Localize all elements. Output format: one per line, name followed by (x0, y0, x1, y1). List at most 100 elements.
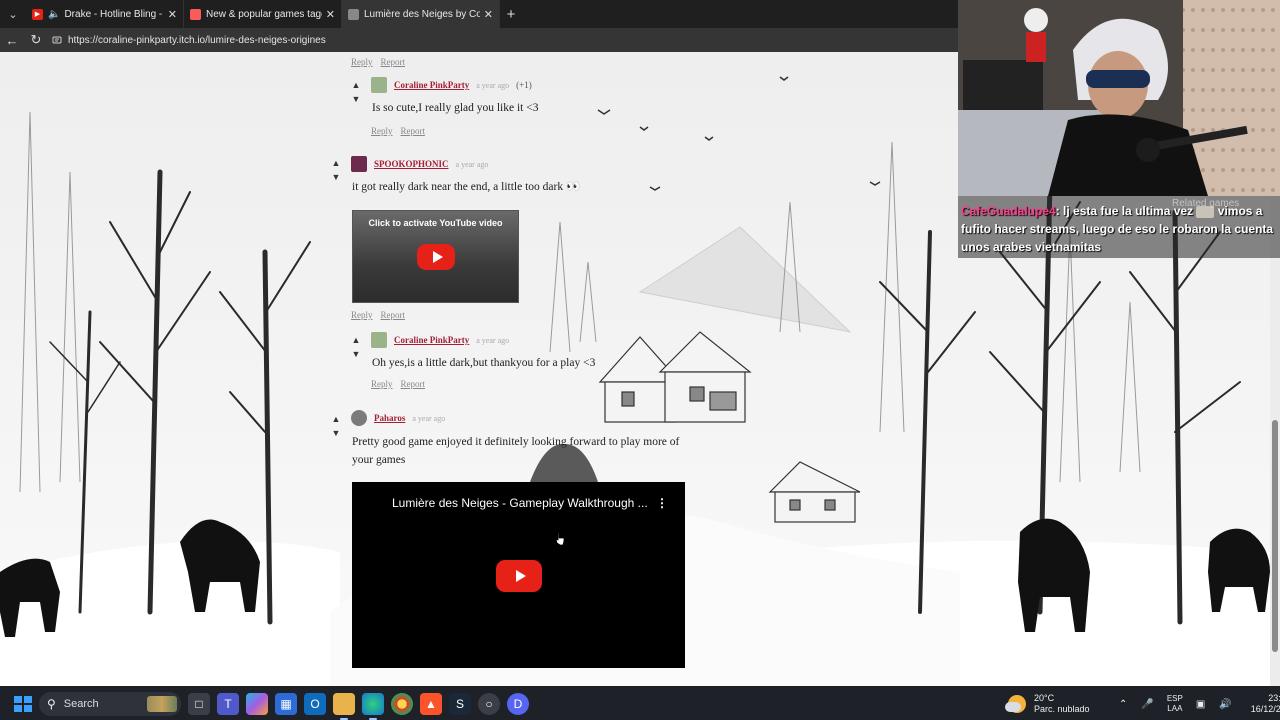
new-tab-plus-icon[interactable]: + (500, 0, 522, 28)
site-info-icon[interactable] (52, 35, 62, 45)
tab-close-icon[interactable]: ✕ (168, 8, 177, 21)
related-games-label[interactable]: Related games (1172, 198, 1239, 209)
reply-link[interactable]: Reply (351, 57, 373, 67)
copilot-icon[interactable] (246, 693, 268, 715)
avatar[interactable] (351, 156, 367, 172)
url-field[interactable]: https://coraline-pinkparty.itch.io/lumir… (48, 30, 952, 50)
vote-controls: ▲ ▼ (350, 333, 362, 361)
youtube-embed-player[interactable]: Lumière des Neiges - Gameplay Walkthroug… (352, 482, 685, 668)
avatar[interactable] (351, 410, 367, 426)
hand-cursor-icon (555, 532, 565, 546)
more-options-icon[interactable]: ⋮ (656, 496, 668, 510)
edge-icon[interactable] (362, 693, 384, 720)
browser-tab-bar: ⌄ ▶ 🔈 Drake - Hotline Bling - YouTube ✕ … (0, 0, 958, 28)
search-label: Search (63, 698, 99, 710)
comment-actions: Reply Report (371, 126, 433, 136)
avatar[interactable] (371, 332, 387, 348)
youtube-play-icon[interactable] (417, 244, 455, 270)
reload-icon[interactable]: ↻ (24, 28, 48, 52)
screen: ⌄ ▶ 🔈 Drake - Hotline Bling - YouTube ✕ … (0, 0, 1280, 720)
downvote-icon[interactable]: ▼ (330, 426, 342, 440)
volume-icon[interactable]: 🔊 (1219, 699, 1231, 710)
report-link[interactable]: Report (401, 126, 426, 136)
chat-username: CafeGuadalupe4 (961, 204, 1056, 218)
tab-close-icon[interactable]: ✕ (484, 8, 493, 21)
comment-header: Coraline PinkParty a year ago (371, 332, 516, 348)
downvote-icon[interactable]: ▼ (330, 170, 342, 184)
windows-start-icon[interactable] (11, 693, 33, 715)
system-tray: ⌃ 🎤 ESP LAA ▣ 🔊 23:33 16/12/2025 (1112, 688, 1280, 720)
scrollbar-thumb[interactable] (1272, 420, 1278, 652)
clock-date: 16/12/2025 (1250, 704, 1280, 714)
taskbar-search[interactable]: ⚲ Search (39, 692, 181, 716)
reply-link[interactable]: Reply (371, 379, 393, 389)
upvote-icon[interactable]: ▲ (330, 156, 342, 170)
browser-address-bar: ← ↻ https://coraline-pinkparty.itch.io/l… (0, 28, 958, 52)
tab-close-icon[interactable]: ✕ (326, 8, 335, 21)
reply-link[interactable]: Reply (371, 126, 393, 136)
avatar[interactable] (371, 77, 387, 93)
upvote-icon[interactable]: ▲ (350, 78, 362, 92)
report-link[interactable]: Report (401, 379, 426, 389)
upvote-icon[interactable]: ▲ (350, 333, 362, 347)
comment-time: a year ago (476, 335, 510, 345)
input-language[interactable]: ESP LAA (1167, 694, 1183, 714)
reply-link[interactable]: Reply (351, 310, 373, 320)
speaker-icon[interactable]: 🔈 (48, 9, 60, 20)
upvote-icon[interactable]: ▲ (330, 412, 342, 426)
outlook-icon[interactable]: O (304, 693, 326, 715)
chevron-up-icon[interactable]: ⌃ (1119, 699, 1127, 710)
report-link[interactable]: Report (381, 310, 406, 320)
comment-body: Is so cute,I really glad you like it <3 (372, 102, 539, 114)
streamer-webcam (958, 0, 1280, 196)
comment-body: Pretty good game enjoyed it definitely l… (352, 436, 680, 466)
layout-code: LAA (1167, 704, 1183, 713)
microphone-icon[interactable]: 🎤 (1141, 699, 1153, 710)
weather-cloud-icon (1005, 695, 1026, 713)
downvote-icon[interactable]: ▼ (350, 92, 362, 106)
youtube-embed-placeholder[interactable]: Click to activate YouTube video (352, 210, 519, 303)
activate-video-label: Click to activate YouTube video (368, 218, 503, 228)
search-icon: ⚲ (47, 697, 56, 711)
comment-actions: Reply Report (351, 310, 413, 320)
itchio-icon (190, 8, 201, 20)
report-link[interactable]: Report (381, 57, 406, 67)
clock-time: 23:33 (1268, 693, 1280, 703)
back-arrow-icon[interactable]: ← (0, 28, 24, 52)
discord-icon[interactable]: D (507, 693, 529, 715)
downvote-icon[interactable]: ▼ (350, 347, 362, 361)
comment-time: a year ago (476, 80, 510, 90)
video-title[interactable]: Lumière des Neiges - Gameplay Walkthroug… (392, 496, 648, 510)
search-highlight-icon (147, 696, 177, 712)
comment-score: (+1) (516, 80, 532, 90)
vote-controls: ▲ ▼ (350, 78, 362, 106)
weather-widget[interactable]: 20°C Parc. nublado (1005, 692, 1090, 716)
vote-controls: ▲ ▼ (330, 156, 342, 184)
comment-time: a year ago (412, 413, 446, 423)
microsoft-store-icon[interactable]: ▦ (275, 693, 297, 715)
brave-icon[interactable]: ▲ (420, 693, 442, 715)
network-icon[interactable]: ▣ (1196, 699, 1205, 710)
teams-icon[interactable]: T (217, 693, 239, 715)
comment-author[interactable]: Coraline PinkParty (394, 335, 469, 345)
system-clock[interactable]: 23:33 16/12/2025 (1251, 693, 1280, 715)
chrome-icon[interactable] (391, 693, 413, 715)
tab-list-chevron-icon[interactable]: ⌄ (0, 0, 26, 28)
weather-desc: Parc. nublado (1034, 704, 1090, 714)
comment-header: Paharos a year ago (351, 410, 452, 426)
task-view-icon[interactable]: □ (188, 693, 210, 715)
youtube-play-icon[interactable] (496, 560, 542, 592)
youtube-icon: ▶ (32, 8, 43, 20)
tab-title: Lumière des Neiges by Coraline PinkParty (364, 8, 480, 20)
comment-author[interactable]: SPOOKOPHONIC (374, 159, 449, 169)
file-explorer-icon[interactable] (333, 693, 355, 720)
tab-youtube[interactable]: ▶ 🔈 Drake - Hotline Bling - YouTube ✕ (26, 0, 184, 28)
webcam-feed (958, 0, 1280, 196)
comment-author[interactable]: Paharos (374, 413, 405, 423)
obs-icon[interactable]: ○ (478, 693, 500, 715)
tab-itchio-horror[interactable]: New & popular games tagged Horror ✕ (184, 0, 342, 28)
steam-icon[interactable]: S (449, 693, 471, 715)
tab-lumiere-des-neiges[interactable]: Lumière des Neiges by Coraline PinkParty… (342, 0, 500, 28)
comment-author[interactable]: Coraline PinkParty (394, 80, 469, 90)
comment-thread: Reply Report ▲ ▼ Coraline PinkParty a year… (330, 52, 710, 686)
